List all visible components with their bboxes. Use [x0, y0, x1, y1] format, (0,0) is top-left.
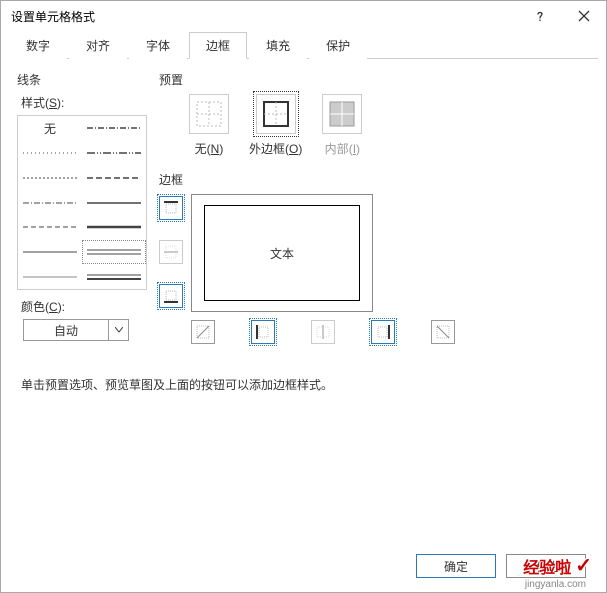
line-style-3[interactable] — [18, 190, 82, 215]
line-style-1[interactable] — [18, 141, 82, 166]
line-style-7[interactable] — [82, 116, 146, 141]
line-style-12[interactable] — [82, 240, 146, 265]
line-style-6[interactable] — [18, 264, 82, 289]
preview-text: 文本 — [204, 205, 360, 301]
line-style-8[interactable] — [82, 141, 146, 166]
preset-row: 无(N) 外边框(O) 内部(I) — [189, 94, 590, 157]
tab-border[interactable]: 边框 — [189, 32, 247, 59]
content-area: 线条 样式(S): 无 — [1, 59, 606, 356]
style-label: 样式(S): — [21, 94, 147, 111]
border-preview[interactable]: 文本 — [191, 194, 373, 312]
border-diagonal-up-button[interactable] — [191, 320, 215, 344]
cancel-button[interactable]: 取消 — [506, 554, 586, 578]
line-style-5[interactable] — [18, 240, 82, 265]
preset-inside: 内部(I) — [322, 94, 362, 157]
close-icon — [578, 10, 590, 22]
tab-fill[interactable]: 填充 — [249, 32, 307, 59]
tab-font[interactable]: 字体 — [129, 32, 187, 59]
close-button[interactable] — [562, 1, 606, 31]
dialog-title: 设置单元格格式 — [11, 8, 518, 25]
watermark-url: jingyanla.com — [525, 579, 586, 590]
line-style-2[interactable] — [18, 165, 82, 190]
color-value: 自动 — [24, 320, 108, 340]
border-bottom-button[interactable] — [159, 284, 183, 308]
tab-bar: 数字 对齐 字体 边框 填充 保护 — [9, 31, 598, 59]
preset-group-label: 预置 — [159, 71, 590, 88]
right-section: 预置 无(N) 外边框(O) — [159, 71, 590, 344]
line-style-4[interactable] — [18, 215, 82, 240]
tab-alignment[interactable]: 对齐 — [69, 32, 127, 59]
border-vertical-button[interactable] — [311, 320, 335, 344]
border-group-label: 边框 — [159, 171, 590, 188]
preset-outline-icon — [256, 94, 296, 134]
line-style-none[interactable]: 无 — [18, 116, 82, 141]
border-horizontal-button[interactable] — [159, 240, 183, 264]
preset-inside-icon — [322, 94, 362, 134]
chevron-down-icon — [115, 327, 123, 333]
border-top-button[interactable] — [159, 196, 183, 220]
line-section: 线条 样式(S): 无 — [17, 71, 147, 344]
format-cells-dialog: 设置单元格格式 数字 对齐 字体 边框 填充 保护 线条 样式(S): 无 — [0, 0, 607, 593]
ok-button[interactable]: 确定 — [416, 554, 496, 578]
help-button[interactable] — [518, 1, 562, 31]
line-style-13[interactable] — [82, 264, 146, 289]
border-left-button[interactable] — [251, 320, 275, 344]
tab-protection[interactable]: 保护 — [309, 32, 367, 59]
preset-outline[interactable]: 外边框(O) — [249, 94, 302, 157]
line-style-9[interactable] — [82, 165, 146, 190]
color-label: 颜色(C): — [21, 298, 147, 315]
preset-none[interactable]: 无(N) — [189, 94, 229, 157]
line-style-picker[interactable]: 无 — [17, 115, 147, 290]
border-diagonal-down-button[interactable] — [431, 320, 455, 344]
line-style-10[interactable] — [82, 190, 146, 215]
border-right-button[interactable] — [371, 320, 395, 344]
color-dropdown-button[interactable] — [108, 320, 128, 340]
hint-text: 单击预置选项、预览草图及上面的按钮可以添加边框样式。 — [5, 376, 602, 393]
color-combo[interactable]: 自动 — [23, 319, 129, 341]
tab-number[interactable]: 数字 — [9, 32, 67, 59]
titlebar: 设置单元格格式 — [1, 1, 606, 31]
line-style-11[interactable] — [82, 215, 146, 240]
footer: 确定 取消 — [416, 554, 586, 578]
line-group-label: 线条 — [17, 71, 147, 88]
question-icon — [534, 10, 546, 22]
preset-none-icon — [189, 94, 229, 134]
